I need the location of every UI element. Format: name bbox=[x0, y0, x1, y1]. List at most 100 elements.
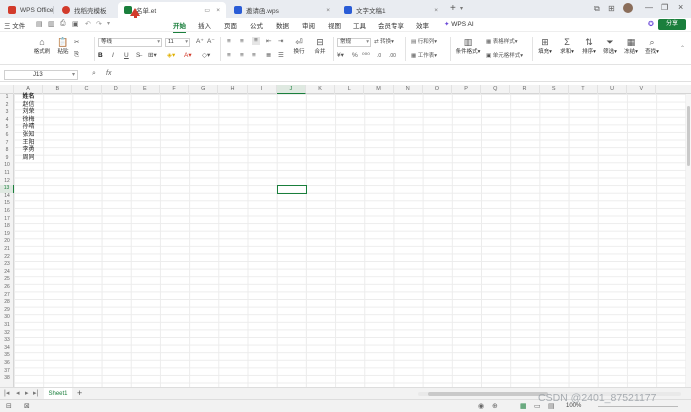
merge-button[interactable]: ⊟ 合并 bbox=[311, 37, 329, 55]
paste-button[interactable]: 📋 粘贴 bbox=[56, 37, 70, 55]
header-cell[interactable]: 姓名 bbox=[14, 94, 43, 102]
row-header-32[interactable]: 32 bbox=[0, 330, 14, 338]
row-header-7[interactable]: 7 bbox=[0, 140, 14, 148]
column-header-r[interactable]: R bbox=[510, 85, 540, 94]
row-header-25[interactable]: 25 bbox=[0, 276, 14, 284]
last-sheet-icon[interactable]: ▸| bbox=[33, 389, 38, 397]
column-header-o[interactable]: O bbox=[423, 85, 452, 94]
column-header-p[interactable]: P bbox=[452, 85, 482, 94]
macro-icon[interactable]: ⊟ bbox=[6, 402, 12, 410]
scroll-thumb[interactable] bbox=[687, 106, 690, 166]
sum-button[interactable]: Σ 求和▾ bbox=[558, 37, 576, 55]
column-header-c[interactable]: C bbox=[72, 85, 102, 94]
menu-member[interactable]: 会员专享 bbox=[378, 20, 404, 30]
column-header-u[interactable]: U bbox=[598, 85, 628, 94]
eye-icon[interactable]: ◉ bbox=[478, 402, 484, 410]
new-tab-icon[interactable]: + bbox=[450, 3, 456, 14]
save-icon[interactable]: ▤ bbox=[36, 20, 43, 28]
border-icon[interactable]: ⊞▾ bbox=[148, 52, 157, 60]
tab-wps-office[interactable]: WPS Office bbox=[2, 2, 54, 18]
row-header-18[interactable]: 18 bbox=[0, 223, 14, 231]
row-header-6[interactable]: 6 bbox=[0, 132, 14, 140]
row-header-17[interactable]: 17 bbox=[0, 216, 14, 224]
redo-icon[interactable]: ↷ bbox=[96, 20, 102, 28]
align-middle-icon[interactable]: ≡ bbox=[240, 38, 244, 46]
vertical-scrollbar[interactable] bbox=[686, 94, 691, 387]
column-header-n[interactable]: N bbox=[394, 85, 423, 94]
export-pdf-icon[interactable]: ▥ bbox=[48, 20, 55, 28]
row-header-36[interactable]: 36 bbox=[0, 360, 14, 368]
row-col-button[interactable]: ▤ 行和列▾ bbox=[411, 38, 437, 46]
formula-input[interactable] bbox=[120, 70, 688, 80]
cell-style-button[interactable]: ▣ 单元格样式▾ bbox=[486, 52, 523, 60]
thousands-icon[interactable]: ⁰⁰⁰ bbox=[362, 52, 370, 60]
chevron-down-icon[interactable]: ▾ bbox=[460, 5, 463, 12]
menu-home[interactable]: 开始 bbox=[173, 20, 186, 33]
align-left-icon[interactable]: ≡ bbox=[227, 52, 231, 60]
menu-efficiency[interactable]: 效率 bbox=[416, 20, 429, 30]
prev-sheet-icon[interactable]: ◂ bbox=[16, 389, 20, 397]
row-header-2[interactable]: 2 bbox=[0, 102, 14, 110]
zoom-slider[interactable] bbox=[598, 406, 678, 407]
filter-button[interactable]: ⏷ 筛选▾ bbox=[601, 37, 619, 55]
column-header-b[interactable]: B bbox=[43, 85, 73, 94]
column-header-v[interactable]: V bbox=[627, 85, 657, 94]
protect-icon[interactable]: ⊕ bbox=[492, 402, 498, 410]
grid-icon[interactable]: ⊞ bbox=[608, 4, 615, 13]
tab-template[interactable]: 找稻壳模板 bbox=[56, 2, 116, 18]
sort-button[interactable]: ⇅ 排序▾ bbox=[580, 37, 598, 55]
normal-view-icon[interactable]: ▦ bbox=[520, 402, 527, 410]
percent-icon[interactable]: % bbox=[352, 52, 358, 60]
column-header-m[interactable]: M bbox=[364, 85, 394, 94]
worksheet-button[interactable]: ▦ 工作表▾ bbox=[411, 52, 437, 60]
row-header-5[interactable]: 5 bbox=[0, 124, 14, 132]
justify-icon[interactable]: ≣ bbox=[266, 52, 271, 60]
align-center-icon[interactable]: ≡ bbox=[240, 52, 244, 60]
menu-page[interactable]: 页面 bbox=[224, 20, 237, 30]
increase-font-icon[interactable]: A⁺ bbox=[196, 38, 204, 46]
file-menu[interactable]: 三 文件 bbox=[4, 20, 25, 30]
row-header-23[interactable]: 23 bbox=[0, 261, 14, 269]
conditional-format-button[interactable]: ▥ 条件格式▾ bbox=[454, 37, 482, 55]
row-header-14[interactable]: 14 bbox=[0, 193, 14, 201]
row-header-20[interactable]: 20 bbox=[0, 238, 14, 246]
row-header-22[interactable]: 22 bbox=[0, 254, 14, 262]
menu-tools[interactable]: 工具 bbox=[353, 20, 366, 30]
underline-button[interactable]: U bbox=[124, 52, 129, 60]
row-header-34[interactable]: 34 bbox=[0, 345, 14, 353]
menu-view[interactable]: 视图 bbox=[328, 20, 341, 30]
bold-button[interactable]: B bbox=[98, 52, 103, 60]
distribute-icon[interactable]: ☰ bbox=[278, 52, 284, 60]
select-all-corner[interactable] bbox=[0, 85, 14, 94]
wrap-text-button[interactable]: ⏎ 换行 bbox=[291, 37, 307, 55]
row-header-13[interactable]: 13 bbox=[0, 185, 14, 193]
name-cell[interactable]: 李勇 bbox=[14, 147, 43, 155]
row-header-11[interactable]: 11 bbox=[0, 170, 14, 178]
restore-icon[interactable]: ❐ bbox=[661, 3, 668, 12]
wps-ai-button[interactable]: ✦ WPS AI bbox=[444, 20, 474, 28]
column-header-k[interactable]: K bbox=[306, 85, 336, 94]
window-layout-icon[interactable]: ⧉ bbox=[594, 4, 600, 14]
accessibility-icon[interactable]: ⊠ bbox=[24, 402, 30, 410]
clear-format-icon[interactable]: ◇▾ bbox=[202, 52, 210, 60]
window-icon[interactable]: ▭ bbox=[204, 7, 210, 14]
align-bottom-icon[interactable]: ≡ bbox=[252, 37, 260, 45]
tab-document[interactable]: 文字文稿1 × bbox=[338, 2, 444, 18]
minimize-icon[interactable]: — bbox=[645, 3, 653, 12]
row-header-28[interactable]: 28 bbox=[0, 299, 14, 307]
column-header-f[interactable]: F bbox=[160, 85, 190, 94]
column-header-j[interactable]: J bbox=[276, 85, 306, 94]
menu-data[interactable]: 数据 bbox=[276, 20, 289, 30]
row-header-33[interactable]: 33 bbox=[0, 337, 14, 345]
row-header-27[interactable]: 27 bbox=[0, 292, 14, 300]
column-header-l[interactable]: L bbox=[335, 85, 365, 94]
print-icon[interactable]: ⎙ bbox=[60, 20, 66, 28]
column-header-h[interactable]: H bbox=[218, 85, 248, 94]
outdent-icon[interactable]: ⇥ bbox=[278, 38, 283, 46]
font-color-icon[interactable]: A▾ bbox=[184, 52, 192, 60]
scroll-thumb[interactable] bbox=[428, 392, 548, 396]
avatar[interactable] bbox=[623, 3, 633, 13]
name-cell[interactable]: 周同 bbox=[14, 155, 43, 163]
column-header-i[interactable]: I bbox=[248, 85, 277, 94]
convert-button[interactable]: ⇄ 转换▾ bbox=[374, 38, 394, 46]
